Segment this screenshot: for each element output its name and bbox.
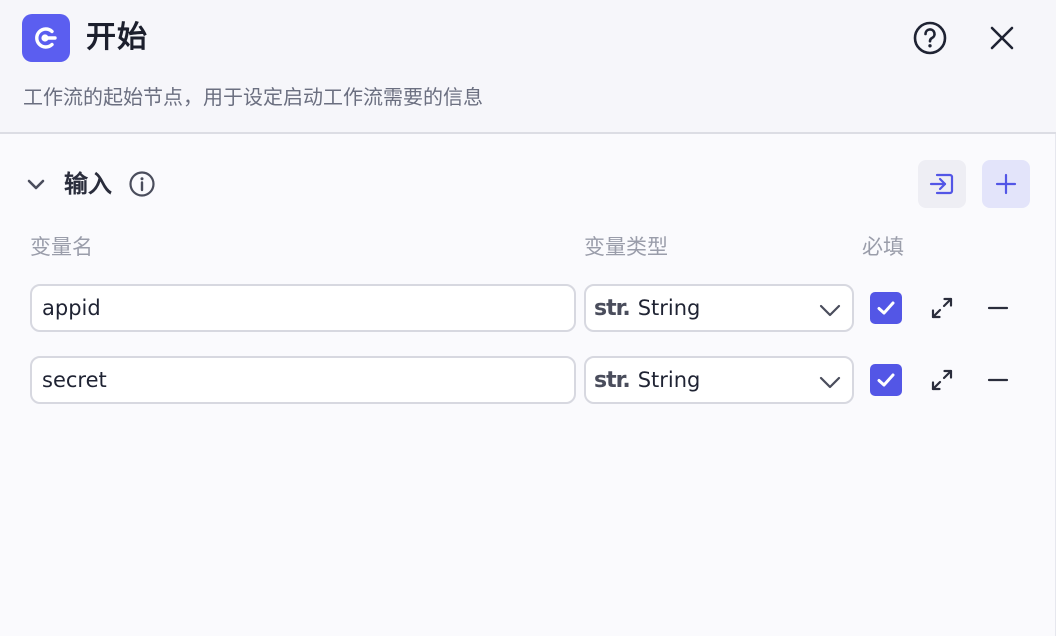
- variable-row: secret str. String: [0, 356, 1056, 404]
- column-header-required: 必填: [862, 235, 904, 259]
- help-button[interactable]: [908, 16, 952, 60]
- expand-button[interactable]: [926, 364, 958, 396]
- type-label: String: [637, 368, 701, 392]
- info-icon: [129, 171, 155, 197]
- page-subtitle: 工作流的起始节点，用于设定启动工作流需要的信息: [23, 85, 483, 109]
- check-icon: [877, 373, 895, 387]
- section-title: 输入: [64, 170, 112, 198]
- start-node-panel: 开始 工作流的起始节点，用于设定启动工作流需要的信息 输入 变量名 变量类型 必…: [0, 0, 1056, 636]
- input-section-header: 输入: [0, 160, 1056, 208]
- minus-icon: [987, 306, 1009, 310]
- page-title: 开始: [86, 20, 148, 55]
- import-variables-button[interactable]: [918, 160, 966, 208]
- plus-icon: [995, 173, 1017, 195]
- column-header-type: 变量类型: [584, 235, 668, 259]
- chevron-down-icon: [819, 304, 841, 317]
- close-button[interactable]: [980, 16, 1024, 60]
- start-node-icon: [22, 14, 70, 62]
- minus-icon: [987, 378, 1009, 382]
- collapse-toggle[interactable]: [20, 166, 52, 202]
- variable-name-input[interactable]: secret: [30, 356, 576, 404]
- chevron-down-icon: [27, 179, 45, 190]
- variable-type-select[interactable]: str. String: [584, 284, 854, 332]
- remove-variable-button[interactable]: [982, 364, 1014, 396]
- type-prefix: str.: [594, 367, 631, 393]
- variable-name-input[interactable]: appid: [30, 284, 576, 332]
- check-icon: [877, 301, 895, 315]
- type-label: String: [637, 296, 701, 320]
- column-header-name: 变量名: [30, 235, 93, 259]
- remove-variable-button[interactable]: [982, 292, 1014, 324]
- question-circle-icon: [913, 21, 947, 55]
- expand-icon: [931, 297, 953, 319]
- section-info-button[interactable]: [126, 168, 158, 200]
- type-prefix: str.: [594, 295, 631, 321]
- expand-icon: [931, 369, 953, 391]
- variable-row: appid str. String: [0, 284, 1056, 332]
- chevron-down-icon: [819, 376, 841, 389]
- panel-header: 开始 工作流的起始节点，用于设定启动工作流需要的信息: [0, 0, 1056, 134]
- add-variable-button[interactable]: [982, 160, 1030, 208]
- expand-button[interactable]: [926, 292, 958, 324]
- close-icon: [990, 26, 1014, 50]
- import-icon: [929, 173, 954, 195]
- required-checkbox[interactable]: [870, 292, 902, 324]
- required-checkbox[interactable]: [870, 364, 902, 396]
- variable-type-select[interactable]: str. String: [584, 356, 854, 404]
